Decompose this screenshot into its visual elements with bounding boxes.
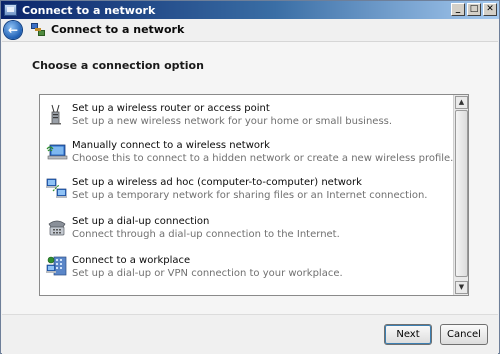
next-button[interactable]: Next — [384, 324, 432, 345]
back-arrow-icon[interactable]: ← — [4, 20, 22, 39]
instruction-heading: Choose a connection option — [32, 59, 204, 72]
option-description: Set up a new wireless network for your h… — [72, 116, 393, 127]
list-scrollbar[interactable]: ▲ ▼ — [453, 95, 468, 295]
option-adhoc-network[interactable]: Set up a wireless ad hoc (computer-to-co… — [40, 173, 453, 207]
wizard-content: Choose a connection option Set up a wire… — [2, 41, 498, 314]
connection-options-list[interactable]: Set up a wireless router or access point… — [39, 94, 469, 296]
option-description: Set up a temporary network for sharing f… — [72, 190, 428, 201]
option-title: Set up a dial-up connection — [72, 216, 210, 227]
window-title: Connect to a network — [22, 3, 156, 17]
network-icon — [31, 23, 45, 36]
wireless-router-icon — [50, 104, 61, 125]
wizard-header: ← Connect to a network — [1, 19, 499, 40]
option-title: Connect to a workplace — [72, 255, 191, 266]
adhoc-network-icon — [46, 178, 67, 198]
option-description: Choose this to connect to a hidden netwo… — [72, 153, 454, 164]
minimize-button[interactable]: _ — [451, 3, 465, 16]
manual-wireless-icon — [46, 144, 68, 160]
option-title: Set up a wireless ad hoc (computer-to-co… — [72, 177, 362, 188]
scrollbar-thumb[interactable] — [455, 110, 468, 277]
option-title: Manually connect to a wireless network — [72, 140, 270, 151]
option-description: Set up a dial-up or VPN connection to yo… — [72, 268, 343, 279]
maximize-button[interactable]: □ — [467, 3, 481, 16]
window-app-icon — [4, 4, 17, 16]
option-workplace[interactable]: Connect to a workplace Set up a dial-up … — [40, 251, 453, 285]
window-controls: _ □ ✕ — [451, 3, 497, 16]
title-bar[interactable]: Connect to a network _ □ ✕ — [1, 1, 499, 19]
wizard-footer: Next Cancel — [2, 314, 498, 354]
close-button[interactable]: ✕ — [483, 3, 497, 16]
dialup-phone-icon — [48, 220, 66, 236]
option-wireless-router[interactable]: Set up a wireless router or access point… — [40, 99, 453, 133]
option-title: Set up a wireless router or access point — [72, 103, 270, 114]
wizard-title: Connect to a network — [51, 23, 185, 36]
scroll-up-icon[interactable]: ▲ — [455, 96, 468, 109]
option-description: Connect through a dial-up connection to … — [72, 229, 340, 240]
connect-network-window: Connect to a network _ □ ✕ ← Connect to … — [0, 0, 500, 354]
option-dialup[interactable]: Set up a dial-up connection Connect thro… — [40, 212, 453, 246]
scroll-down-icon[interactable]: ▼ — [455, 281, 468, 294]
option-manual-wireless[interactable]: Manually connect to a wireless network C… — [40, 136, 453, 170]
cancel-button[interactable]: Cancel — [440, 324, 488, 345]
workplace-icon — [46, 256, 67, 276]
